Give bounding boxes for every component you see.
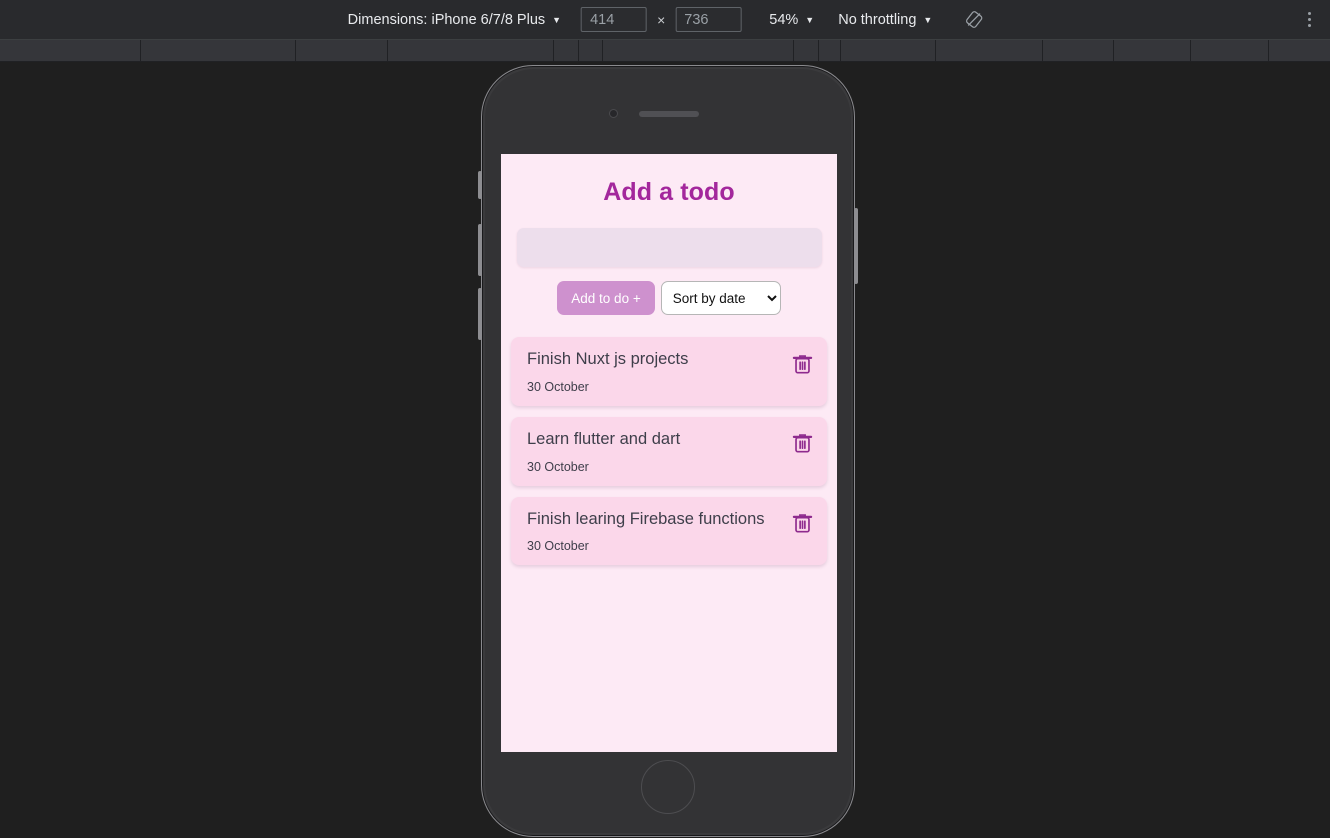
todo-text-input[interactable] [516,228,822,267]
todo-item-text: Learn flutter and dart [527,429,681,448]
device-dimensions-dropdown[interactable]: Dimensions: iPhone 6/7/8 Plus ▼ [342,9,567,31]
ruler-tick [387,40,388,62]
ruler-tick [140,40,141,62]
todo-item: Learn flutter and dart 30 October [511,416,827,486]
zoom-level-label: 54% [769,11,799,28]
chevron-down-icon: ▼ [923,15,933,25]
network-throttling-label: No throttling [838,11,917,28]
ruler-tick [1268,40,1269,62]
todo-item-text: Finish learing Firebase functions [527,509,765,528]
ruler-tick [818,40,819,62]
zoom-level-dropdown[interactable]: 54% ▼ [763,9,820,31]
ruler-tick [935,40,936,62]
menu-dot [1307,12,1311,15]
device-toolbar-controls: Dimensions: iPhone 6/7/8 Plus ▼ × 54% ▼ … [342,6,989,34]
front-camera-icon [609,109,618,118]
dimension-separator: × [657,11,666,28]
todo-item-date: 30 October [527,459,589,474]
viewport-width-input[interactable] [581,7,648,32]
delete-todo-trash-icon[interactable] [791,352,813,376]
power-button [854,208,858,284]
menu-dot [1307,18,1311,21]
sort-select[interactable]: Sort by date [660,281,781,315]
ruler-tick [578,40,579,62]
home-button [641,760,695,814]
ruler-tick [840,40,841,62]
ruler-tick [553,40,554,62]
viewport-ruler[interactable] [0,40,1330,62]
todo-item-date: 30 October [527,539,589,554]
device-frame: Add a todo Add to do + Sort by date Fini… [478,65,858,837]
delete-todo-trash-icon[interactable] [791,432,813,456]
todo-controls: Add to do + Sort by date [501,281,837,315]
todo-list: Finish Nuxt js projects 30 October Learn f… [501,337,837,566]
device-dimensions-label: Dimensions: iPhone 6/7/8 Plus [347,11,546,28]
ruler-tick [1190,40,1191,62]
chevron-down-icon: ▼ [805,15,815,25]
menu-dot [1307,24,1311,27]
delete-todo-trash-icon[interactable] [791,512,813,536]
todo-item: Finish learing Firebase functions 30 Octo… [511,496,827,566]
add-todo-button[interactable]: Add to do + [557,281,655,315]
todo-item-date: 30 October [527,379,589,394]
device-toolbar: Dimensions: iPhone 6/7/8 Plus ▼ × 54% ▼ … [0,0,1330,40]
ruler-tick [602,40,603,62]
ruler-tick [1113,40,1114,62]
page-title: Add a todo [603,178,735,206]
ruler-tick [295,40,296,62]
todo-item-text: Finish Nuxt js projects [527,350,689,368]
app-viewport: Add a todo Add to do + Sort by date Fini… [501,154,837,752]
earpiece-speaker [639,111,699,117]
ruler-tick [1042,40,1043,62]
ruler-tick [793,40,794,62]
network-throttling-dropdown[interactable]: No throttling ▼ [832,9,938,31]
todo-item: Finish Nuxt js projects 30 October [511,337,827,406]
silent-switch-button [478,171,482,199]
viewport-height-input[interactable] [675,7,742,32]
device-preview-stage: Add a todo Add to do + Sort by date Fini… [0,62,1330,838]
chevron-down-icon: ▼ [552,15,562,25]
volume-down-button [478,288,482,340]
volume-up-button [478,224,482,276]
more-options-icon[interactable] [1296,6,1322,34]
rotate-device-icon[interactable] [960,6,988,34]
